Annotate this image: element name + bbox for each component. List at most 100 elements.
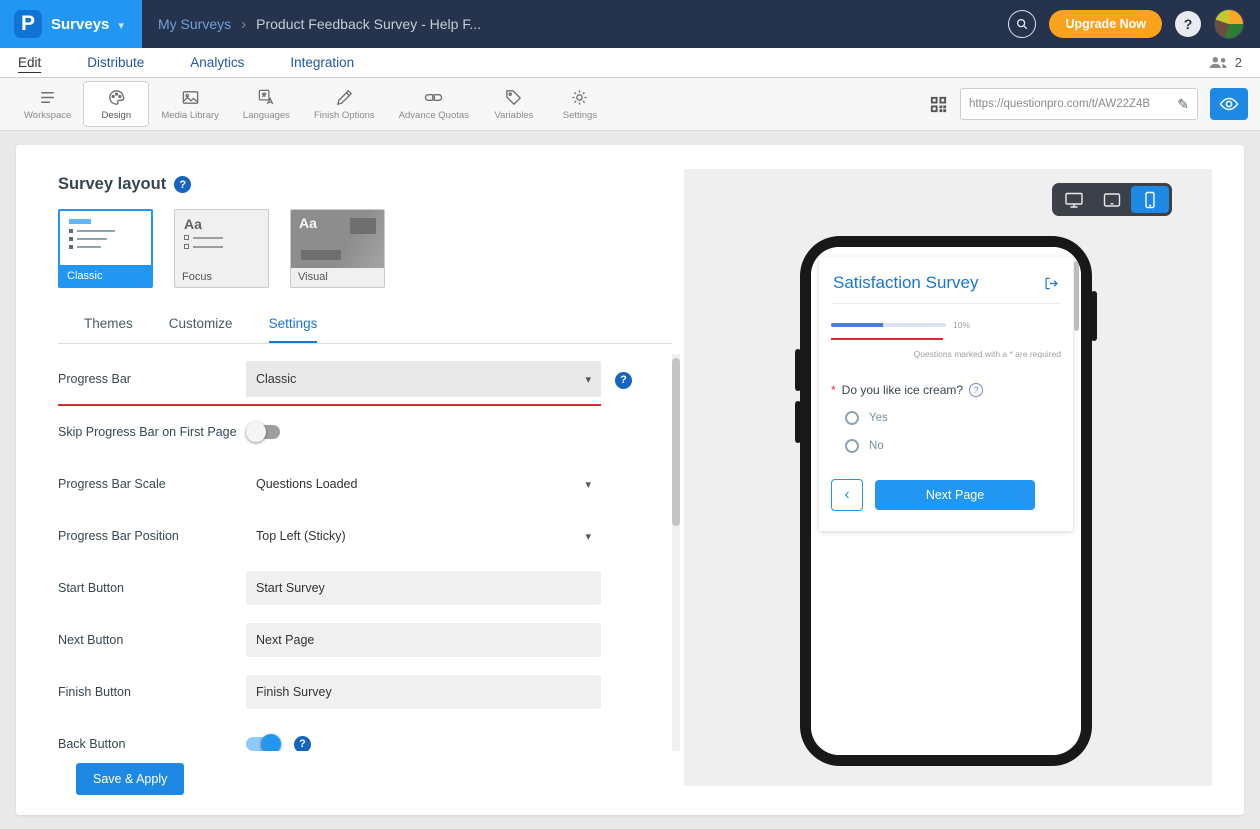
layout-card-classic[interactable]: Classic — [58, 209, 153, 288]
people-icon — [1209, 56, 1229, 69]
chevron-down-icon: ▾ — [585, 373, 591, 386]
desktop-preview-button[interactable] — [1055, 186, 1093, 213]
tablet-icon — [1102, 191, 1122, 209]
preview-panel: Satisfaction Survey 10% Questions marked… — [684, 169, 1212, 786]
breadcrumb-my-surveys[interactable]: My Surveys — [158, 16, 231, 32]
survey-layout-help-icon[interactable]: ? — [174, 176, 191, 193]
next-button-label: Next Button — [58, 633, 246, 647]
layout-card-label: Focus — [175, 266, 268, 287]
finish-button-input[interactable] — [246, 675, 601, 709]
answer-option-no[interactable]: No — [845, 439, 1061, 453]
survey-url-input[interactable] — [969, 98, 1171, 110]
mobile-icon — [1140, 191, 1160, 209]
search-button[interactable] — [1008, 10, 1036, 38]
toolbar-right: ✎ — [929, 88, 1248, 120]
form-row-progress-bar-position: Progress Bar Position Top Left (Sticky) … — [58, 510, 680, 562]
image-icon — [181, 88, 200, 107]
design-palette-icon — [107, 88, 126, 107]
layout-card-visual[interactable]: Aa Visual — [290, 209, 385, 288]
layout-card-focus[interactable]: Aa Focus — [174, 209, 269, 288]
nav-tab-edit[interactable]: Edit — [18, 55, 41, 70]
progress-bar-help-icon[interactable]: ? — [615, 372, 632, 389]
pen-icon — [335, 88, 354, 107]
toolbar-item-variables[interactable]: Variables — [481, 81, 547, 127]
page-title: Survey layout — [58, 175, 166, 194]
answer-option-yes[interactable]: Yes — [845, 411, 1061, 425]
breadcrumb-survey-title: Product Feedback Survey - Help F... — [256, 16, 481, 32]
toolbar-item-media-library[interactable]: Media Library — [149, 81, 231, 127]
links-icon — [424, 88, 443, 107]
question-row: * Do you like ice cream? ? — [831, 383, 1061, 397]
product-switcher[interactable]: P Surveys ▾ — [0, 0, 142, 48]
qr-code-button[interactable] — [929, 95, 948, 114]
toolbar-item-finish-options[interactable]: Finish Options — [302, 81, 387, 127]
survey-url-field: ✎ — [960, 88, 1198, 120]
phone-scrollbar-thumb[interactable] — [1074, 261, 1079, 331]
preview-progress-bar: 10% — [831, 320, 1061, 330]
nav-tab-distribute[interactable]: Distribute — [87, 55, 144, 70]
tab-themes[interactable]: Themes — [84, 316, 133, 343]
qr-code-icon — [929, 95, 948, 114]
phone-volume-down-button — [795, 401, 801, 443]
mobile-preview-button[interactable] — [1131, 186, 1169, 213]
toolbar-item-advance-quotas[interactable]: Advance Quotas — [387, 81, 481, 127]
back-button-toggle[interactable] — [246, 737, 280, 751]
design-tabs: Themes Customize Settings — [58, 316, 672, 344]
tablet-preview-button[interactable] — [1093, 186, 1131, 213]
back-button-help-icon[interactable]: ? — [294, 736, 311, 752]
gear-icon — [570, 88, 589, 107]
survey-title: Satisfaction Survey — [833, 273, 979, 293]
radio-icon[interactable] — [845, 411, 859, 425]
progress-bar-scale-select[interactable]: Questions Loaded ▾ — [246, 466, 601, 502]
nav-tab-analytics[interactable]: Analytics — [190, 55, 244, 70]
tag-icon — [504, 88, 523, 107]
chevron-down-icon: ▾ — [585, 478, 591, 491]
toolbar-item-workspace[interactable]: Workspace — [12, 81, 83, 127]
start-button-input[interactable] — [246, 571, 601, 605]
device-toggle-group — [1052, 183, 1172, 216]
exit-preview-button[interactable] — [1044, 276, 1059, 291]
main-nav: Edit Distribute Analytics Integration 2 — [0, 48, 1260, 78]
main-content: Survey layout ? Classic Aa — [0, 131, 1260, 829]
help-button[interactable]: ? — [1175, 11, 1201, 37]
topbar-actions: Upgrade Now ? — [1008, 9, 1260, 39]
tab-customize[interactable]: Customize — [169, 316, 233, 343]
form-row-start-button: Start Button — [58, 562, 680, 614]
highlighted-row: Progress Bar Classic ▾ — [58, 354, 601, 406]
scroll-down-icon[interactable]: ⌄ — [1070, 738, 1079, 751]
preview-survey-button[interactable] — [1210, 88, 1248, 120]
breadcrumb: My Surveys › Product Feedback Survey - H… — [158, 16, 481, 33]
form-scrollbar-thumb[interactable] — [672, 358, 680, 526]
progress-percent: 10% — [953, 320, 970, 330]
progress-bar-select[interactable]: Classic ▾ — [246, 361, 601, 397]
collaborators-button[interactable]: 2 — [1209, 55, 1242, 70]
finish-button-label: Finish Button — [58, 685, 246, 699]
question-help-icon[interactable]: ? — [969, 383, 983, 397]
toolbar-item-design[interactable]: Design — [83, 81, 149, 127]
workspace-icon — [38, 88, 57, 107]
preview-back-button[interactable]: ‹ — [831, 479, 863, 511]
toolbar-item-settings[interactable]: Settings — [547, 81, 613, 127]
upgrade-now-button[interactable]: Upgrade Now — [1049, 10, 1162, 38]
eye-icon — [1219, 97, 1239, 111]
form-scrollbar[interactable] — [672, 354, 680, 751]
skip-progress-bar-toggle[interactable] — [246, 425, 280, 439]
preview-next-page-button[interactable]: Next Page — [875, 480, 1035, 510]
form-row-finish-button: Finish Button — [58, 666, 680, 718]
back-button-label: Back Button — [58, 737, 246, 751]
radio-icon[interactable] — [845, 439, 859, 453]
survey-preview-card: Satisfaction Survey 10% Questions marked… — [819, 257, 1073, 531]
collaborators-count: 2 — [1235, 55, 1242, 70]
progress-bar-position-select[interactable]: Top Left (Sticky) ▾ — [246, 518, 601, 554]
nav-tab-integration[interactable]: Integration — [290, 55, 354, 70]
user-avatar[interactable] — [1214, 9, 1244, 39]
tab-settings[interactable]: Settings — [269, 316, 318, 343]
progress-bar-scale-label: Progress Bar Scale — [58, 477, 246, 491]
classic-thumbnail — [60, 211, 151, 261]
save-apply-button[interactable]: Save & Apply — [76, 763, 184, 795]
settings-form: Progress Bar Classic ▾ ? Skip Progress B… — [58, 354, 680, 751]
next-button-input[interactable] — [246, 623, 601, 657]
toolbar-item-languages[interactable]: Languages — [231, 81, 302, 127]
chevron-right-icon: › — [241, 16, 246, 33]
edit-url-icon[interactable]: ✎ — [1177, 96, 1189, 113]
